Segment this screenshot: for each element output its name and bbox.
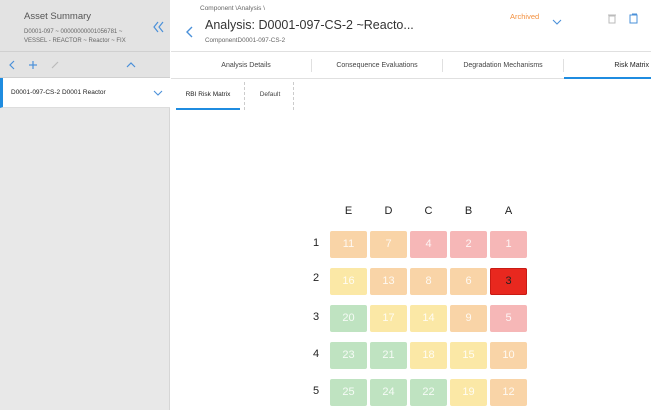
chevron-down-icon[interactable] [153, 88, 163, 98]
page-title: Analysis: D0001-097-CS-2 ~Reacto... [205, 18, 414, 32]
matrix-cell[interactable]: 6 [450, 268, 487, 295]
asset-panel: Asset Summary D0001-097 ~ 00000000001056… [0, 0, 170, 410]
subtab-divider [244, 82, 245, 110]
subtab-divider [293, 82, 294, 110]
matrix-cell[interactable]: 12 [490, 379, 527, 406]
matrix-cell[interactable]: 18 [410, 342, 447, 369]
matrix-cell[interactable]: 13 [370, 268, 407, 295]
matrix-row-header: 1 [312, 237, 320, 249]
matrix-cell[interactable]: 19 [450, 379, 487, 406]
tab-consequence-evaluations[interactable]: Consequence Evaluations [312, 52, 442, 79]
asset-tree-item-selected[interactable]: D0001-097-CS-2 D0001 Reactor [0, 78, 170, 108]
matrix-cell[interactable]: 7 [370, 231, 407, 258]
matrix-column-header: C [424, 205, 433, 217]
matrix-cell[interactable]: 20 [330, 305, 367, 332]
matrix-cell-selected[interactable]: 3 [490, 268, 527, 295]
matrix-cell[interactable]: 16 [330, 268, 367, 295]
matrix-subtabs: RBI Risk Matrix Default [171, 80, 651, 110]
matrix-cell[interactable]: 5 [490, 305, 527, 332]
matrix-column-header: D [384, 205, 393, 217]
copy-icon[interactable] [628, 13, 638, 24]
asset-id-line: D0001-097 ~ 00000000001056781 ~ [24, 29, 123, 35]
plus-icon[interactable] [26, 58, 40, 72]
chevron-up-icon[interactable] [124, 58, 138, 72]
matrix-cell[interactable]: 17 [370, 305, 407, 332]
double-chevron-left-icon[interactable] [151, 20, 165, 34]
matrix-cell[interactable]: 8 [410, 268, 447, 295]
back-arrow-icon[interactable] [185, 26, 195, 38]
matrix-cell[interactable]: 23 [330, 342, 367, 369]
analysis-header: Component \Analysis \ Analysis: D0001-09… [171, 0, 651, 52]
matrix-row-header: 2 [312, 272, 320, 284]
analysis-tabs: Analysis Details Consequence Evaluations… [171, 52, 651, 79]
subtab-rbi-risk-matrix[interactable]: RBI Risk Matrix [176, 88, 240, 110]
chevron-down-icon[interactable] [552, 18, 562, 26]
status-badge: Archived [510, 12, 540, 21]
asset-summary-header: Asset Summary D0001-097 ~ 00000000001056… [0, 0, 170, 52]
asset-type-line: VESSEL - REACTOR ~ Reactor ~ FIX [24, 38, 126, 44]
matrix-cell[interactable]: 24 [370, 379, 407, 406]
subtab-default[interactable]: Default [250, 88, 290, 110]
matrix-cell[interactable]: 25 [330, 379, 367, 406]
matrix-cell[interactable]: 21 [370, 342, 407, 369]
matrix-cell[interactable]: 2 [450, 231, 487, 258]
tab-analysis-details[interactable]: Analysis Details [181, 52, 311, 79]
matrix-cell[interactable]: 4 [410, 231, 447, 258]
matrix-row-header: 5 [312, 385, 320, 397]
matrix-cell[interactable]: 1 [490, 231, 527, 258]
matrix-cell[interactable]: 9 [450, 305, 487, 332]
matrix-column-header: B [464, 205, 473, 217]
asset-summary-title: Asset Summary [24, 11, 92, 22]
matrix-cell[interactable]: 11 [330, 231, 367, 258]
matrix-cell[interactable]: 14 [410, 305, 447, 332]
matrix-row-header: 3 [312, 311, 320, 323]
matrix-column-header: E [344, 205, 353, 217]
matrix-cell[interactable]: 15 [450, 342, 487, 369]
matrix-cell[interactable]: 22 [410, 379, 447, 406]
tab-risk-matrix[interactable]: Risk Matrix [564, 52, 651, 79]
matrix-cell[interactable]: 10 [490, 342, 527, 369]
trash-icon[interactable] [607, 13, 617, 24]
chevron-left-icon[interactable] [5, 58, 19, 72]
asset-toolbar [0, 52, 170, 78]
tab-degradation-mechanisms[interactable]: Degradation Mechanisms [443, 52, 563, 79]
analysis-panel: Component \Analysis \ Analysis: D0001-09… [171, 0, 651, 410]
matrix-column-header: A [504, 205, 513, 217]
matrix-row-header: 4 [312, 348, 320, 360]
page-subtitle: ComponentD0001-097-CS-2 [205, 37, 286, 44]
edit-icon[interactable] [48, 58, 62, 72]
asset-tree-item-label: D0001-097-CS-2 D0001 Reactor [11, 89, 106, 96]
breadcrumb[interactable]: Component \Analysis \ [200, 5, 265, 12]
